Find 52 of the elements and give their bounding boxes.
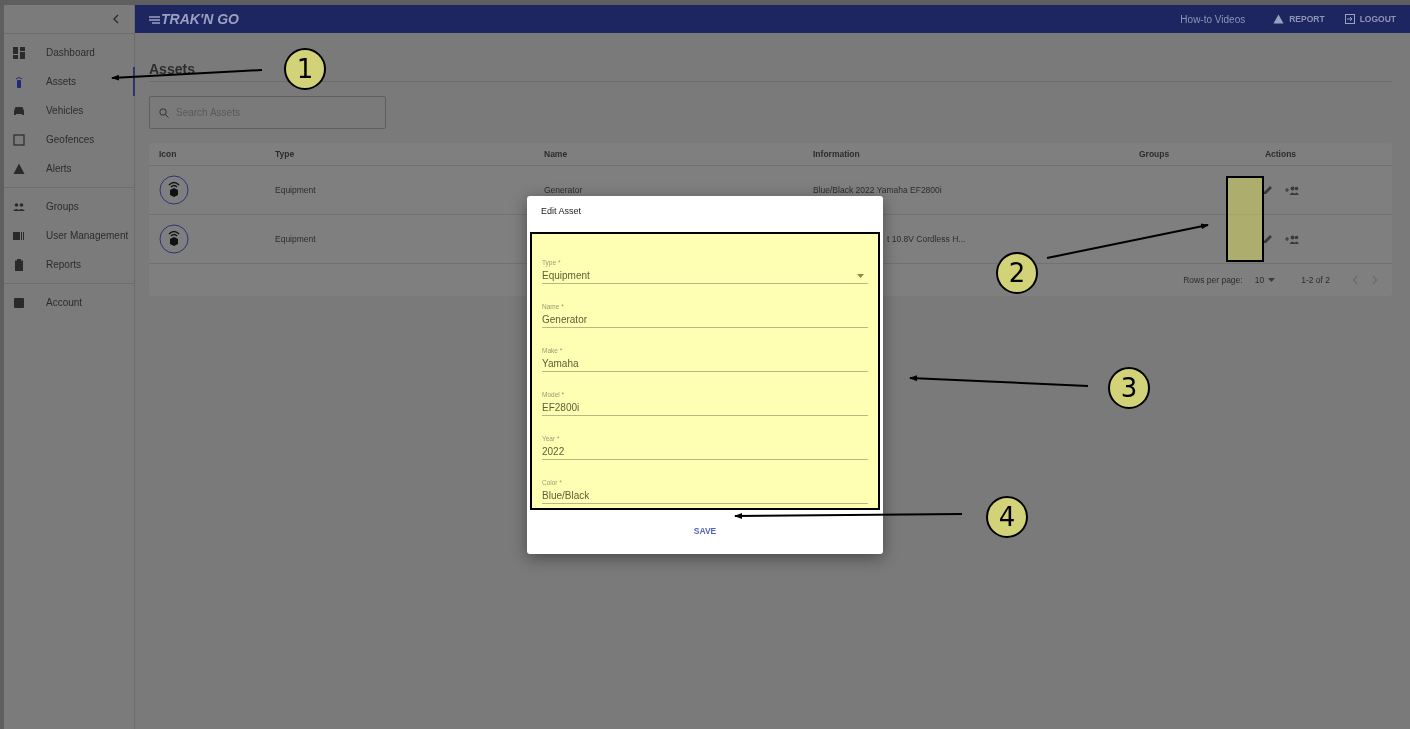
sidebar-item[interactable]: Groups: [4, 192, 134, 221]
dashboard-icon: [13, 46, 25, 59]
sidebar-item[interactable]: Vehicles: [4, 96, 134, 125]
pencil-icon[interactable]: [1262, 185, 1273, 195]
sidebar-item[interactable]: Assets: [4, 67, 134, 96]
sidebar-item[interactable]: Account: [4, 288, 134, 317]
tracker-box-icon: [159, 175, 189, 205]
column-header: Name: [544, 149, 569, 159]
column-header: Icon: [159, 149, 178, 159]
logout-button[interactable]: LOGOUT: [1344, 14, 1396, 24]
caret-icon: [1268, 278, 1276, 282]
logout-icon: [1344, 14, 1355, 24]
caret-icon: [857, 273, 864, 278]
sidebar-item[interactable]: Reports: [4, 250, 134, 279]
column-header: Groups: [1139, 149, 1171, 159]
warning-icon: [13, 162, 25, 175]
column-header: Type: [275, 149, 296, 159]
id-card-icon: [13, 229, 25, 242]
column-header: Information: [813, 149, 861, 159]
lines-icon: [149, 14, 160, 24]
tracker-box-icon: [159, 224, 189, 254]
table-cell: Generator: [544, 185, 583, 195]
pencil-icon[interactable]: [1262, 234, 1273, 244]
rows-per-page-select[interactable]: 10: [1254, 275, 1276, 285]
table-cell-text: Equipment: [275, 234, 317, 244]
dialog-title: Edit Asset: [540, 205, 583, 218]
page-title: Assets: [149, 61, 195, 79]
chevron-left-icon[interactable]: [112, 14, 120, 24]
sidebar-item[interactable]: Alerts: [4, 154, 134, 183]
tracker-icon: [13, 75, 25, 88]
sidebar-item[interactable]: User Management: [4, 221, 134, 250]
add-group-icon[interactable]: [1284, 234, 1299, 244]
report-button[interactable]: REPORT: [1273, 14, 1325, 24]
table-cell-text: Equipment: [275, 185, 317, 195]
column-header: Actions: [1263, 149, 1298, 159]
clipboard-icon: [13, 258, 25, 271]
rows-per-page-label: Rows per page:: [1183, 275, 1243, 285]
car-icon: [13, 104, 25, 117]
logo: TRAK'N GO: [161, 11, 239, 27]
table-cell: t 10.8V Cordless H...: [887, 234, 966, 244]
how-to-videos-link[interactable]: How-to Videos: [1180, 13, 1246, 25]
page-range: 1-2 of 2: [1301, 275, 1330, 285]
add-group-icon[interactable]: [1284, 185, 1299, 195]
table-cell: Blue/Black 2022 Yamaha EF2800i: [813, 185, 942, 195]
save-button[interactable]: SAVE: [687, 524, 723, 538]
account-icon: [13, 296, 25, 309]
sidebar-item[interactable]: Geofences: [4, 125, 134, 154]
sidebar-item[interactable]: Dashboard: [4, 38, 134, 67]
warning-icon: [1273, 14, 1285, 24]
search-icon: [159, 108, 169, 118]
square-icon: [13, 133, 25, 146]
people-icon: [13, 200, 25, 213]
